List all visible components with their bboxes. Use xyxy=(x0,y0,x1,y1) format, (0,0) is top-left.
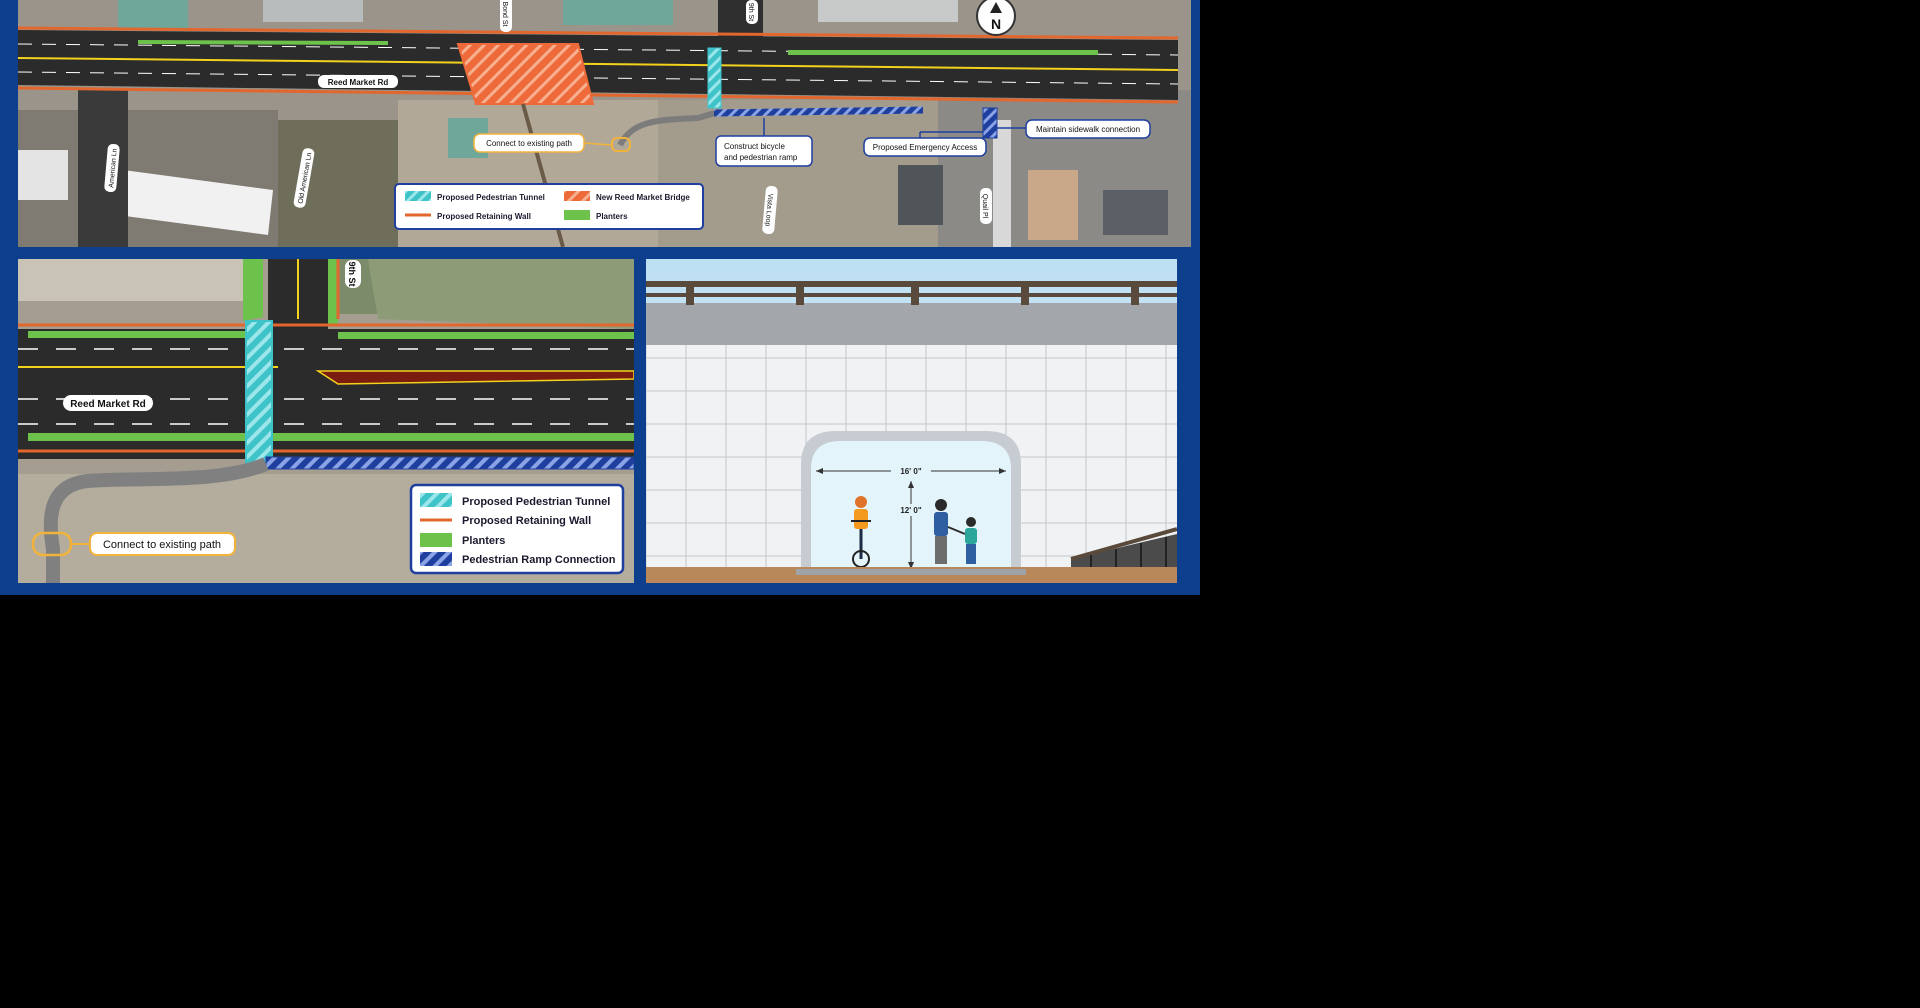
height-label: 12' 0" xyxy=(900,506,921,515)
legend-swatch-ramp xyxy=(420,552,452,566)
svg-text:Reed Market Rd: Reed Market Rd xyxy=(70,399,146,410)
pedestrian-tunnel xyxy=(245,320,273,467)
svg-text:Proposed Emergency Access: Proposed Emergency Access xyxy=(873,143,978,152)
new-bridge-area xyxy=(456,43,595,105)
svg-text:Construct bicycle: Construct bicycle xyxy=(724,142,785,151)
svg-text:Proposed Retaining Wall: Proposed Retaining Wall xyxy=(462,515,591,527)
legend-swatch-planters xyxy=(564,210,590,220)
pedestrian-tunnel xyxy=(707,47,722,109)
american-ln-road xyxy=(78,90,128,247)
ramp-connection xyxy=(713,106,924,117)
tunnel-section-panel: 16' 0" 12' 0" xyxy=(646,259,1177,583)
label-ninth-st: 9th St xyxy=(746,0,758,24)
svg-text:Proposed Retaining Wall: Proposed Retaining Wall xyxy=(437,212,531,221)
overview-legend: Proposed Pedestrian Tunnel New Reed Mark… xyxy=(394,183,704,230)
tunnel-section: 16' 0" 12' 0" xyxy=(646,259,1177,583)
emergency-access xyxy=(982,107,998,139)
detail-legend: Proposed Pedestrian Tunnel Proposed Reta… xyxy=(409,483,625,575)
svg-text:9th St: 9th St xyxy=(347,261,357,286)
label-cross-street: 9th St xyxy=(345,260,361,288)
legend-swatch-tunnel xyxy=(420,493,452,507)
north-label: N xyxy=(991,16,1001,32)
svg-text:Bond St: Bond St xyxy=(501,2,508,27)
svg-text:9th St: 9th St xyxy=(747,3,754,21)
detail-map-panel: 9th St Reed Market Rd Connect to existin… xyxy=(18,259,634,583)
overview-map: N Reed Market Rd American Ln Old America… xyxy=(18,0,1191,247)
svg-text:Planters: Planters xyxy=(462,535,505,547)
label-reed-market-rd: Reed Market Rd xyxy=(318,75,398,88)
svg-text:Maintain sidewalk connection: Maintain sidewalk connection xyxy=(1036,125,1140,134)
svg-text:and pedestrian ramp: and pedestrian ramp xyxy=(724,153,798,162)
svg-text:Planters: Planters xyxy=(596,212,628,221)
width-label: 16' 0" xyxy=(900,467,921,476)
svg-text:Proposed Pedestrian Tunnel: Proposed Pedestrian Tunnel xyxy=(437,193,545,202)
legend-swatch-tunnel xyxy=(405,191,431,201)
svg-text:Connect to existing path: Connect to existing path xyxy=(103,539,221,551)
label-quail-pl: Quail Pl xyxy=(980,188,992,224)
label-bond-st: Bond St xyxy=(500,0,512,32)
building xyxy=(118,0,188,28)
legend-swatch-bridge xyxy=(564,191,590,201)
label-reed-market-rd: Reed Market Rd xyxy=(63,395,153,411)
ramp-connection xyxy=(265,456,634,470)
bridge-deck xyxy=(646,303,1177,345)
detail-map: 9th St Reed Market Rd Connect to existin… xyxy=(18,259,634,583)
svg-text:Proposed Pedestrian Tunnel: Proposed Pedestrian Tunnel xyxy=(462,496,610,508)
svg-text:Connect to existing path: Connect to existing path xyxy=(486,139,572,148)
svg-text:Pedestrian Ramp Connection: Pedestrian Ramp Connection xyxy=(462,554,616,566)
legend-swatch-planters xyxy=(420,533,452,547)
planter-strip xyxy=(788,50,1098,55)
planter-strip xyxy=(28,331,268,338)
svg-text:Reed Market Rd: Reed Market Rd xyxy=(328,78,389,87)
svg-text:New Reed Market Bridge: New Reed Market Bridge xyxy=(596,193,690,202)
svg-text:Quail Pl: Quail Pl xyxy=(981,194,988,219)
project-figure: N Reed Market Rd American Ln Old America… xyxy=(0,0,1200,595)
overview-map-panel: N Reed Market Rd American Ln Old America… xyxy=(18,0,1191,247)
